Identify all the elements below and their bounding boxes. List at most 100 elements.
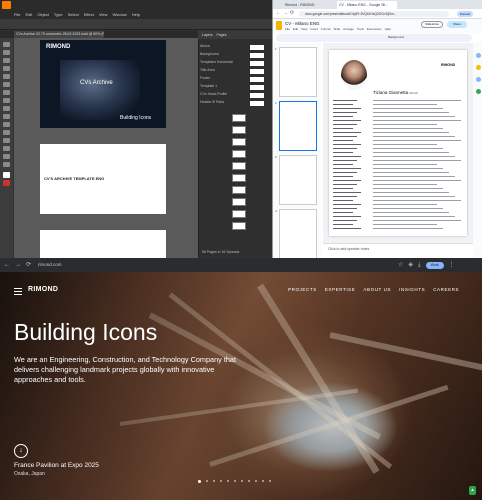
slider-dot[interactable] <box>213 480 215 482</box>
page-thumbnail[interactable] <box>232 126 246 134</box>
menu-arrange[interactable]: Arrange <box>343 27 354 31</box>
share-button[interactable]: Share <box>447 21 467 28</box>
keep-icon[interactable] <box>476 65 481 70</box>
page-thumbnail[interactable] <box>232 198 246 206</box>
slide-thumbnail[interactable] <box>279 47 317 97</box>
url-field[interactable]: rimond.com <box>38 262 62 267</box>
profile-photo[interactable] <box>341 60 367 90</box>
slide-thumbnail-selected[interactable] <box>279 101 317 151</box>
menu-view[interactable]: View <box>99 12 108 17</box>
chat-widget-button[interactable]: ▴ <box>469 486 476 495</box>
gradient-tool-icon[interactable] <box>3 130 10 135</box>
layer-row[interactable]: Templates Horizontal <box>200 60 270 67</box>
tab-layers[interactable]: Layers <box>202 33 213 37</box>
artboard-cover[interactable]: RIMOND CVs Archive Building Icons <box>40 40 166 128</box>
menu-effect[interactable]: Effect <box>84 12 94 17</box>
page-thumbnail[interactable] <box>232 162 246 170</box>
nav-careers[interactable]: CAREERS <box>433 287 459 292</box>
tab-pages[interactable]: Pages <box>217 33 227 37</box>
slider-dot[interactable] <box>255 480 257 482</box>
site-logo[interactable]: RIMOND <box>28 286 58 293</box>
menu-format[interactable]: Format <box>321 27 331 31</box>
slider-dot[interactable] <box>248 480 250 482</box>
layer-row[interactable]: CVs Head-Profile <box>200 92 270 99</box>
menu-tools[interactable]: Tools <box>357 27 364 31</box>
page-thumbnail[interactable] <box>232 186 246 194</box>
hand-tool-icon[interactable] <box>3 154 10 159</box>
eyedropper-tool-icon[interactable] <box>3 138 10 143</box>
menu-help[interactable]: Help <box>132 12 140 17</box>
page-thumbnail[interactable] <box>232 114 246 122</box>
page-thumbnail[interactable] <box>232 150 246 158</box>
page-thumbnail[interactable] <box>232 174 246 182</box>
menu-file[interactable]: File <box>285 27 290 31</box>
slider-dot[interactable] <box>241 480 243 482</box>
menu-window[interactable]: Window <box>112 12 126 17</box>
direct-selection-tool-icon[interactable] <box>3 50 10 55</box>
slides-logo-icon[interactable] <box>276 21 282 30</box>
browser-tab-active[interactable]: CV - Milano ENG - Google Sli... <box>337 1 397 9</box>
scale-tool-icon[interactable] <box>3 106 10 111</box>
menu-select[interactable]: Select <box>68 12 79 17</box>
slider-dot[interactable] <box>227 480 229 482</box>
page-thumbnail[interactable] <box>232 222 246 230</box>
calendar-icon[interactable] <box>476 53 481 58</box>
stroke-swatch-icon[interactable] <box>3 180 10 186</box>
menu-insert[interactable]: Insert <box>310 27 318 31</box>
slide-logo[interactable]: RIMOND <box>441 63 455 67</box>
reload-icon[interactable]: ⟳ <box>26 261 31 269</box>
slide-thumbnail[interactable] <box>279 209 317 258</box>
layer-row[interactable]: Header Ill Parts <box>200 100 270 107</box>
document-tab[interactable]: CVs Archive 02.79 concentric 28.63 2023.… <box>14 31 104 38</box>
menu-object[interactable]: Object <box>37 12 49 17</box>
slider-dot[interactable] <box>234 480 236 482</box>
rectangle-tool-icon[interactable] <box>3 82 10 87</box>
browser-tab[interactable]: Rimond - RIMOND <box>283 1 335 9</box>
menu-view[interactable]: View <box>301 27 307 31</box>
line-tool-icon[interactable] <box>3 74 10 79</box>
layer-row[interactable]: Template 1 <box>200 84 270 91</box>
speaker-notes[interactable]: Click to add speaker notes <box>323 243 473 258</box>
maps-icon[interactable] <box>476 89 481 94</box>
extensions-icon[interactable]: ◈ <box>408 261 413 269</box>
slider-dot[interactable] <box>206 480 208 482</box>
type-tool-icon[interactable] <box>3 66 10 71</box>
slideshow-button[interactable]: Slideshow <box>421 21 443 28</box>
layer-row[interactable]: Above <box>200 44 270 51</box>
scroll-down-button[interactable]: ↓ <box>14 444 28 458</box>
width-tool-icon[interactable] <box>3 114 10 119</box>
slide-thumbnail[interactable] <box>279 155 317 205</box>
menu-help[interactable]: Help <box>385 27 391 31</box>
shape-builder-tool-icon[interactable] <box>3 122 10 127</box>
fill-swatch-icon[interactable] <box>3 172 10 178</box>
artboard-tool-icon[interactable] <box>3 146 10 151</box>
project-caption-title[interactable]: France Pavilion at Expo 2025 <box>14 462 99 469</box>
artboard-template[interactable]: CV'S ARCHIVE TEMPLATE ENG <box>40 144 166 214</box>
profile-chip[interactable]: Paused <box>457 11 473 17</box>
background-button[interactable]: Background <box>388 35 404 39</box>
menu-file[interactable]: File <box>14 12 20 17</box>
nav-projects[interactable]: PROJECTS <box>288 287 317 292</box>
layer-row[interactable]: Footer <box>200 76 270 83</box>
brush-tool-icon[interactable] <box>3 90 10 95</box>
forward-icon[interactable]: → <box>283 10 288 16</box>
menu-slide[interactable]: Slide <box>334 27 341 31</box>
layer-row[interactable]: Background <box>200 52 270 59</box>
downloads-icon[interactable]: ⤓ <box>418 261 421 269</box>
nav-insights[interactable]: INSIGHTS <box>399 287 425 292</box>
menu-edit[interactable]: Edit <box>25 12 32 17</box>
nav-about-us[interactable]: ABOUT US <box>363 287 391 292</box>
slider-dot[interactable] <box>198 479 201 483</box>
back-icon[interactable]: ← <box>4 261 10 269</box>
reload-icon[interactable]: ⟳ <box>290 10 294 16</box>
control-bar[interactable] <box>0 19 272 30</box>
slider-dot[interactable] <box>269 480 271 482</box>
menu-type[interactable]: Type <box>54 12 63 17</box>
nav-expertise[interactable]: EXPERTISE <box>325 287 356 292</box>
back-icon[interactable]: ← <box>276 10 281 16</box>
hamburger-menu-icon[interactable] <box>14 288 22 297</box>
page-thumbnail[interactable] <box>232 210 246 218</box>
menu-edit[interactable]: Edit <box>293 27 298 31</box>
page-thumbnail[interactable] <box>232 138 246 146</box>
document-title[interactable]: CV - Milano ENG <box>285 21 320 26</box>
